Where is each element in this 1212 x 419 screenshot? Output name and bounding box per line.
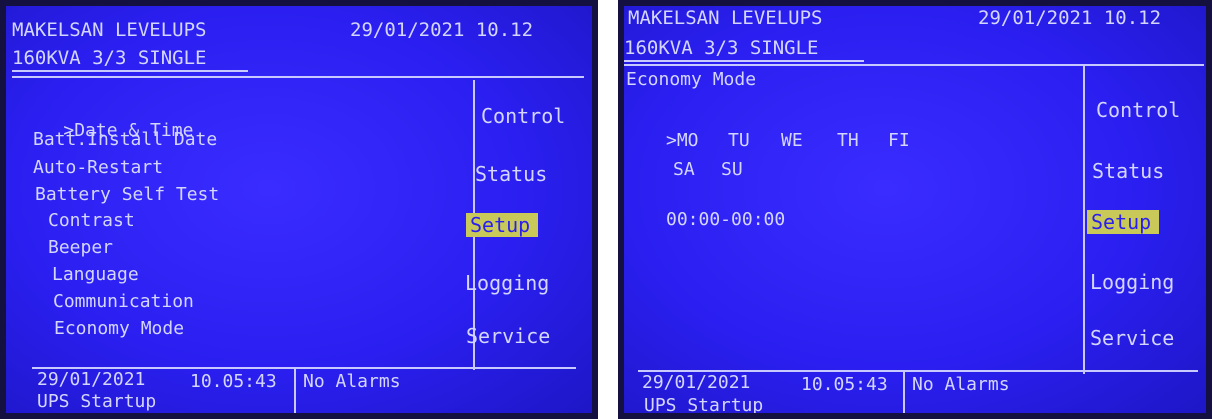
footer-separator	[294, 368, 296, 418]
device-model: 160KVA 3/3 SINGLE	[624, 37, 819, 59]
device-brand: MAKELSAN LEVELUPS	[628, 7, 823, 29]
device-brand: MAKELSAN LEVELUPS	[12, 19, 207, 41]
ups-lcd-setup-screen: MAKELSAN LEVELUPS 29/01/2021 10.12 160KV…	[0, 0, 598, 419]
day-su[interactable]: SU	[721, 160, 743, 180]
menu-status[interactable]: Status	[1092, 159, 1164, 183]
footer-status: UPS Startup	[37, 391, 157, 412]
footer-time: 10.05:43	[801, 374, 888, 395]
day-fi[interactable]: FI	[888, 131, 910, 151]
day-we[interactable]: WE	[781, 131, 803, 151]
header-divider	[12, 76, 584, 78]
menu-control[interactable]: Control	[1096, 98, 1180, 122]
setup-item-contrast[interactable]: Contrast	[48, 211, 135, 231]
header-datetime: 29/01/2021 10.12	[350, 19, 534, 41]
menu-service[interactable]: Service	[466, 324, 550, 348]
day-sa[interactable]: SA	[673, 160, 695, 180]
menu-control[interactable]: Control	[481, 104, 565, 128]
setup-item-beeper[interactable]: Beeper	[48, 238, 113, 258]
header-divider	[624, 64, 1204, 66]
setup-item-communication[interactable]: Communication	[53, 292, 194, 312]
setup-item-economy-mode[interactable]: Economy Mode	[54, 319, 184, 339]
footer-date: 29/01/2021	[37, 369, 146, 390]
footer-date: 29/01/2021	[642, 372, 751, 393]
header-datetime: 29/01/2021 10.12	[978, 7, 1162, 29]
side-menu-divider	[1083, 64, 1085, 374]
economy-time-range[interactable]: 00:00-00:00	[666, 210, 785, 230]
footer-time: 10.05:43	[190, 371, 277, 392]
setup-item-auto-restart[interactable]: Auto-Restart	[33, 158, 163, 178]
setup-item-battery-self-test[interactable]: Battery Self Test	[35, 185, 219, 205]
device-model: 160KVA 3/3 SINGLE	[12, 47, 207, 69]
model-underline	[12, 70, 248, 72]
model-underline	[624, 60, 864, 62]
screen-title: Economy Mode	[626, 69, 757, 90]
footer-alarms: No Alarms	[912, 374, 1010, 395]
footer-alarms: No Alarms	[303, 371, 401, 392]
day-mo-selected[interactable]: >MO	[666, 131, 699, 151]
menu-status[interactable]: Status	[475, 162, 547, 186]
footer-separator	[903, 371, 905, 419]
day-tu[interactable]: TU	[728, 131, 750, 151]
menu-setup-active[interactable]: Setup	[1087, 210, 1160, 234]
menu-logging[interactable]: Logging	[1090, 270, 1174, 294]
menu-setup-active[interactable]: Setup	[466, 213, 539, 237]
setup-item-language[interactable]: Language	[52, 265, 139, 285]
ups-lcd-economy-mode-screen: MAKELSAN LEVELUPS 29/01/2021 10.12 160KV…	[618, 0, 1212, 419]
day-th[interactable]: TH	[837, 131, 859, 151]
menu-logging[interactable]: Logging	[465, 271, 549, 295]
setup-item-batt-install-date[interactable]: Batt.Install Date	[33, 130, 217, 150]
footer-status: UPS Startup	[644, 395, 764, 416]
menu-service[interactable]: Service	[1090, 326, 1174, 350]
